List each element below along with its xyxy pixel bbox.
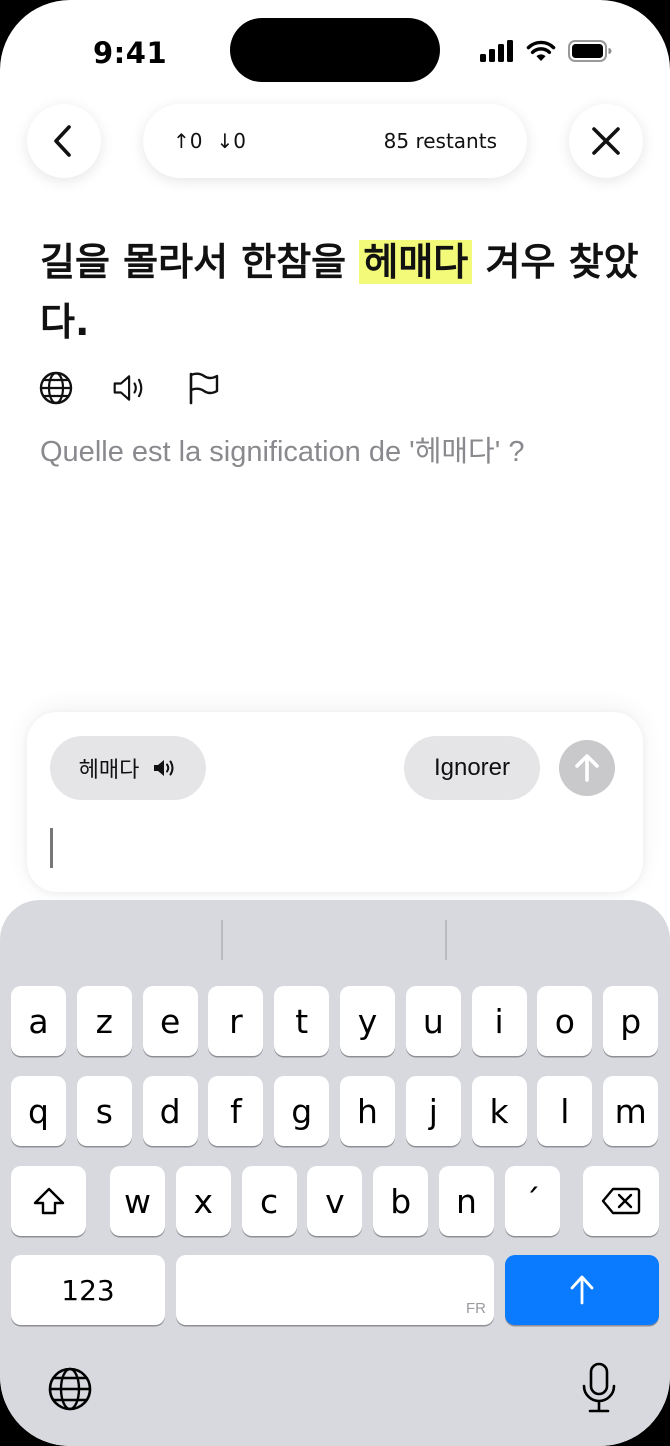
report-button[interactable] <box>186 370 222 406</box>
key-u[interactable]: u <box>405 986 461 1056</box>
upvote-count: ↑0 <box>173 129 203 153</box>
key-b[interactable]: b <box>373 1166 429 1236</box>
play-audio-button[interactable] <box>112 370 148 406</box>
word-audio-chip[interactable]: 헤매다 <box>50 736 206 800</box>
sentence-tools <box>38 370 222 406</box>
key-h[interactable]: h <box>340 1076 395 1146</box>
key-m[interactable]: m <box>603 1076 659 1146</box>
close-button[interactable] <box>569 104 643 178</box>
korean-sentence: 길을 몰라서 한참을 헤매다 겨우 찾았다. <box>40 232 640 352</box>
key-p[interactable]: p <box>603 986 659 1056</box>
answer-composer: 헤매다 Ignorer <box>27 712 643 892</box>
delete-key[interactable] <box>583 1166 659 1236</box>
key-c[interactable]: c <box>241 1166 297 1236</box>
word-chip-label: 헤매다 <box>78 758 140 783</box>
send-button[interactable] <box>559 740 615 796</box>
chevron-left-icon <box>54 125 71 157</box>
key-g[interactable]: g <box>274 1076 330 1146</box>
progress-pill: ↑0 ↓0 85 restants <box>143 104 527 178</box>
keyboard-language-label: FR <box>466 1300 486 1317</box>
key-z[interactable]: z <box>76 986 132 1056</box>
status-icons <box>480 40 612 62</box>
home-area <box>0 1424 670 1446</box>
arrow-up-icon <box>570 1275 594 1305</box>
remaining-count: 85 restants <box>383 129 497 153</box>
key-w[interactable]: w <box>110 1166 165 1236</box>
flag-icon <box>189 372 219 405</box>
back-button[interactable] <box>27 104 101 178</box>
arrow-up-icon <box>575 754 599 782</box>
question-text: Quelle est la signification de '헤매다' ? <box>40 436 525 468</box>
top-bar: ↑0 ↓0 85 restants <box>0 100 670 182</box>
shift-icon <box>33 1187 64 1215</box>
key-l[interactable]: l <box>537 1076 593 1146</box>
status-bar: 9:41 <box>0 0 670 100</box>
key-q[interactable]: q <box>11 1076 66 1146</box>
key-j[interactable]: j <box>405 1076 461 1146</box>
phone-screen: 9:41 ↑0 ↓0 85 restants 길을 몰라서 한참을 헤매다 겨우… <box>0 0 670 1446</box>
battery-icon <box>568 40 612 62</box>
key-n[interactable]: n <box>439 1166 494 1236</box>
key-t[interactable]: t <box>274 986 330 1056</box>
return-key[interactable] <box>505 1255 659 1325</box>
key-k[interactable]: k <box>471 1076 527 1146</box>
shift-key[interactable] <box>11 1166 86 1236</box>
vote-counts: ↑0 ↓0 <box>173 129 246 153</box>
cellular-signal-icon <box>480 40 513 62</box>
sentence-before: 길을 몰라서 한참을 <box>40 240 360 284</box>
key-x[interactable]: x <box>175 1166 231 1236</box>
dictation-button[interactable] <box>581 1362 617 1419</box>
status-time: 9:41 <box>93 36 168 70</box>
backspace-icon <box>601 1187 641 1215</box>
key-i[interactable]: i <box>471 986 527 1056</box>
text-cursor[interactable] <box>50 828 53 868</box>
key-v[interactable]: v <box>307 1166 363 1236</box>
key-s[interactable]: s <box>76 1076 132 1146</box>
numbers-key[interactable]: 123 <box>11 1255 165 1325</box>
keyboard-switch-button[interactable] <box>47 1366 93 1417</box>
suggestion-divider <box>221 920 223 960</box>
suggestion-divider <box>445 920 447 960</box>
close-icon <box>592 127 620 155</box>
key-f[interactable]: f <box>208 1076 264 1146</box>
key-accent[interactable]: ´ <box>504 1166 560 1236</box>
speaker-icon <box>113 375 143 401</box>
wifi-icon <box>526 40 556 61</box>
key-y[interactable]: y <box>340 986 395 1056</box>
key-r[interactable]: r <box>208 986 264 1056</box>
speaker-filled-icon <box>154 760 174 776</box>
translate-button[interactable] <box>38 370 74 406</box>
skip-button[interactable]: Ignorer <box>404 736 540 800</box>
key-a[interactable]: a <box>11 986 66 1056</box>
downvote-count: ↓0 <box>216 129 246 153</box>
highlighted-word: 헤매다 <box>359 240 473 284</box>
microphone-icon <box>582 1362 616 1413</box>
key-e[interactable]: e <box>142 986 198 1056</box>
key-d[interactable]: d <box>142 1076 198 1146</box>
space-key[interactable]: FR <box>176 1255 494 1325</box>
key-o[interactable]: o <box>537 986 593 1056</box>
dynamic-island <box>230 18 440 82</box>
globe-icon <box>39 371 73 405</box>
globe-icon <box>48 1367 92 1411</box>
